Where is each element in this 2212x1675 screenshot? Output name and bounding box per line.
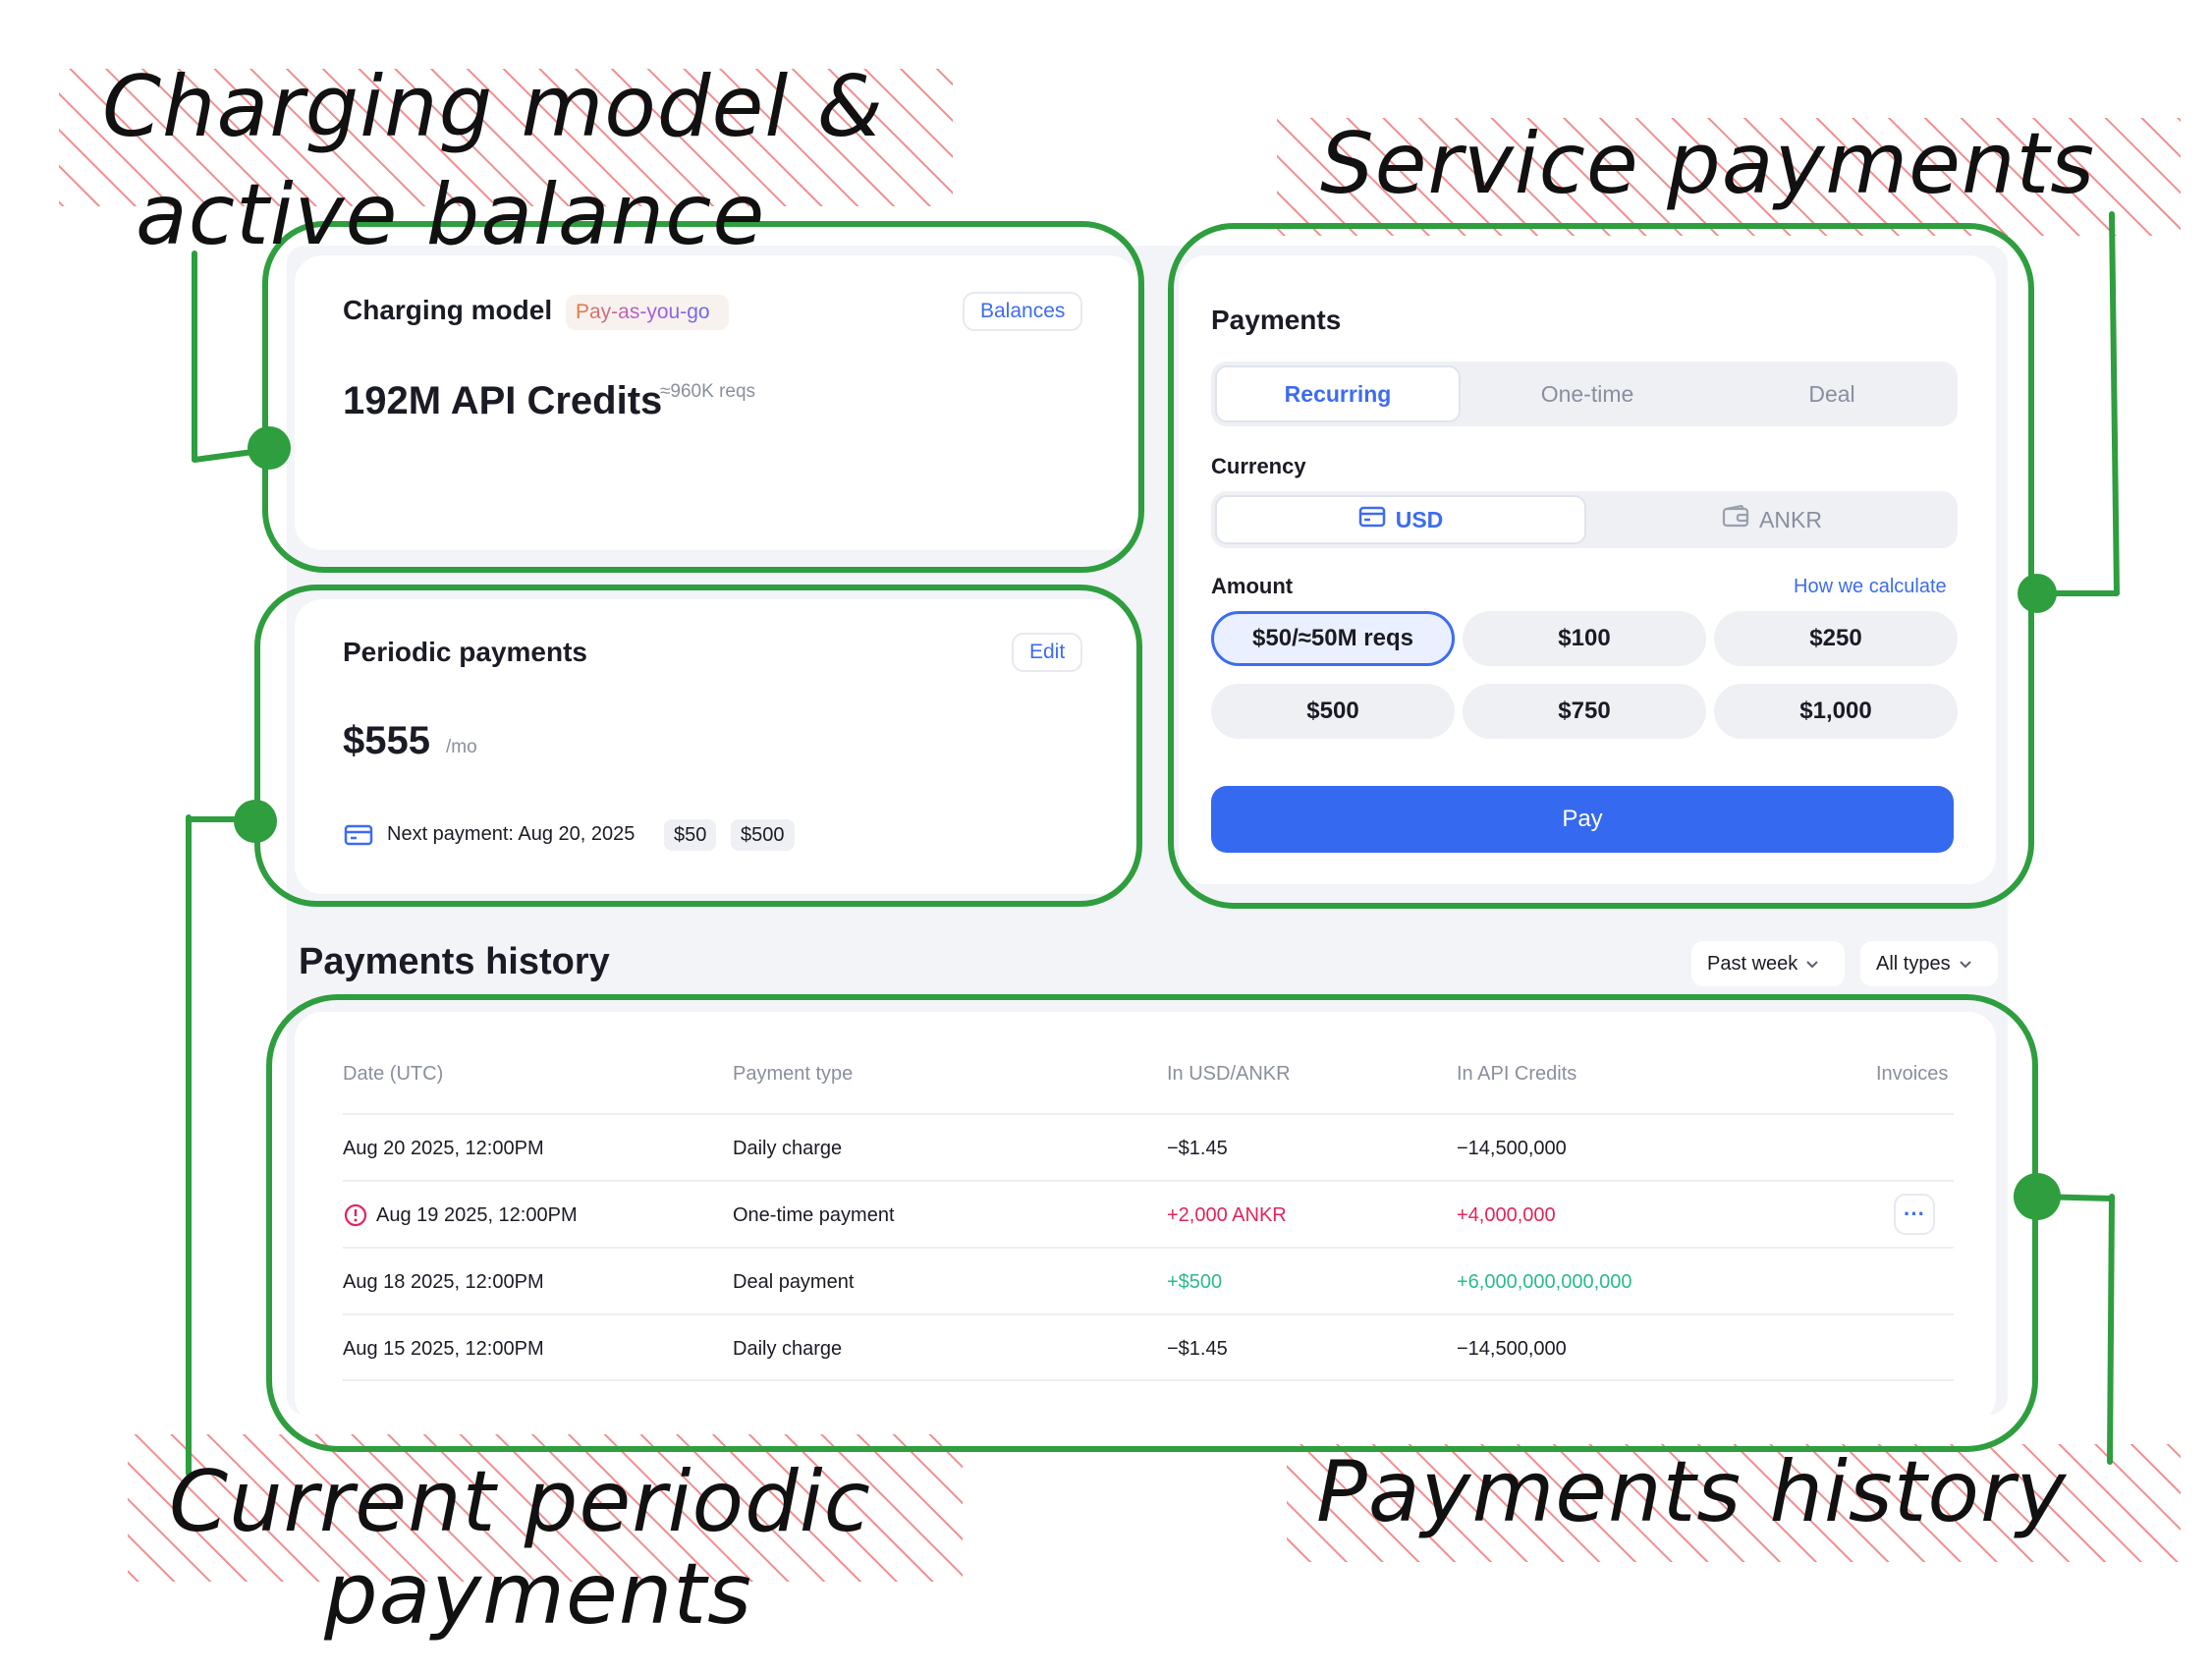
connector-history — [2107, 1194, 2115, 1465]
outline-periodic — [254, 585, 1142, 907]
dot-service — [2018, 574, 2057, 613]
annotation-periodic-line1: Current periodic — [169, 1453, 871, 1551]
outline-charging — [262, 221, 1144, 573]
outline-history — [266, 994, 2038, 1452]
dot-charging — [248, 426, 291, 470]
connector-service — [2032, 211, 2120, 596]
annotation-service: Service payments — [1320, 115, 2096, 213]
connector-charging — [192, 251, 270, 463]
annotation-charging-line1: Charging model & — [102, 58, 884, 156]
annotation-charging-line2: active balance — [136, 166, 766, 264]
annotation-history: Payments history — [1316, 1443, 2068, 1541]
outline-payments — [1168, 223, 2034, 909]
dot-history — [2014, 1173, 2061, 1220]
dot-periodic — [234, 800, 277, 843]
annotation-periodic-line2: payments — [324, 1545, 752, 1644]
